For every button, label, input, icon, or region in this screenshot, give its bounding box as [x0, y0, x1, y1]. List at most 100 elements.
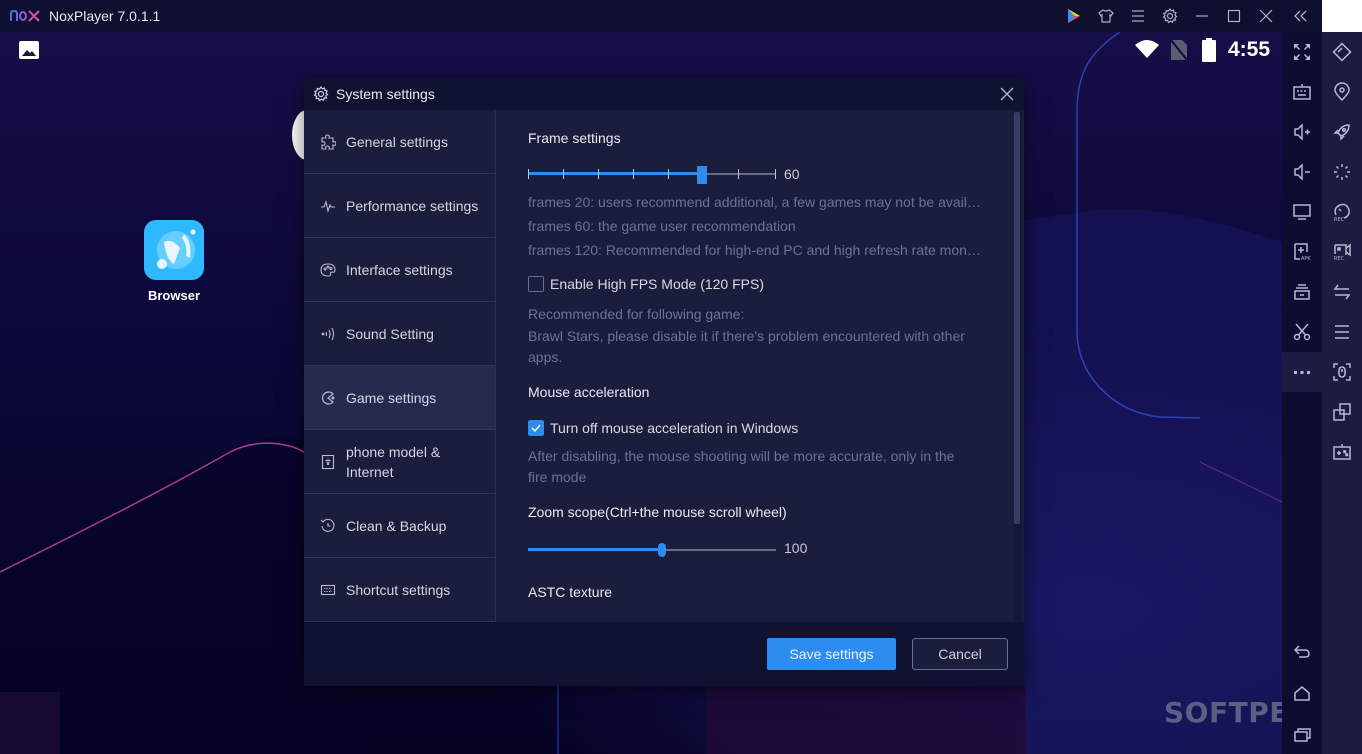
- close-icon[interactable]: [1256, 6, 1276, 26]
- keyboard-icon: [320, 584, 336, 595]
- nav-item-clean-backup[interactable]: Clean & Backup: [304, 494, 495, 558]
- status-time: 4:55: [1228, 38, 1271, 61]
- nav-label: Performance settings: [346, 197, 479, 214]
- macro-record-icon[interactable]: REC: [1322, 192, 1362, 232]
- astc-texture-title: ASTC texture: [528, 584, 613, 600]
- browser-app-icon[interactable]: [144, 220, 204, 280]
- zoom-scope-value: 100: [784, 540, 808, 556]
- high-fps-label: Enable High FPS Mode (120 FPS): [550, 276, 764, 292]
- collapse-sidebar-icon[interactable]: [1290, 6, 1310, 26]
- home-icon[interactable]: [1282, 674, 1322, 714]
- nav-label: Sound Setting: [346, 325, 434, 342]
- frame-settings-title: Frame settings: [528, 130, 621, 146]
- slider-tick: [528, 169, 529, 179]
- frame-hint-20: frames 20: users recommend additional, a…: [528, 194, 988, 210]
- rocket-icon[interactable]: [1322, 112, 1362, 152]
- history-icon: [320, 518, 335, 532]
- frame-rate-slider[interactable]: [528, 166, 776, 184]
- slider-tick: [668, 169, 669, 179]
- back-icon[interactable]: [1282, 632, 1322, 672]
- nav-item-general[interactable]: General settings: [304, 110, 495, 174]
- browser-app-label: Browser: [147, 288, 201, 303]
- volume-down-icon[interactable]: [1282, 152, 1322, 192]
- nav-item-sound[interactable]: Sound Setting: [304, 302, 495, 366]
- screenshot-icon[interactable]: [1322, 352, 1362, 392]
- high-fps-hint-title: Recommended for following game:: [528, 306, 745, 322]
- location-icon[interactable]: [1322, 72, 1362, 112]
- phone-wifi-icon: [321, 454, 335, 469]
- cancel-button[interactable]: Cancel: [912, 638, 1008, 670]
- keyboard-icon[interactable]: [1282, 72, 1322, 112]
- nox-logo-icon: [10, 9, 40, 22]
- palette-icon: [320, 262, 336, 277]
- scissors-icon[interactable]: [1282, 312, 1322, 352]
- settings-content: Frame settings 60 frames 20: users recom…: [496, 110, 1024, 622]
- nav-label: Game settings: [346, 389, 437, 406]
- settings-nav: General settings Performance settings In…: [304, 110, 496, 622]
- mouse-accel-label: Turn off mouse acceleration in Windows: [550, 420, 799, 436]
- app-title: NoxPlayer 7.0.1.1: [49, 8, 161, 24]
- nav-label: General settings: [346, 133, 448, 150]
- softpedia-watermark: SOFTPEDIA®: [1164, 696, 1282, 729]
- volume-up-icon[interactable]: [1282, 112, 1322, 152]
- add-apk-icon[interactable]: APK: [1282, 232, 1322, 272]
- zoom-scope-slider[interactable]: [528, 542, 776, 558]
- save-settings-button[interactable]: Save settings: [767, 638, 896, 670]
- rotate-icon[interactable]: [1322, 32, 1362, 72]
- nav-label: Clean & Backup: [346, 517, 447, 534]
- puzzle-icon: [321, 133, 336, 150]
- nav-item-phone-model[interactable]: phone model & Internet: [304, 430, 495, 494]
- slider-thumb[interactable]: [697, 166, 707, 184]
- menu-icon[interactable]: [1128, 6, 1148, 26]
- menu-lines-icon[interactable]: [1322, 312, 1362, 352]
- screen-icon[interactable]: [1282, 192, 1322, 232]
- titlebar-white-area: [1322, 0, 1362, 32]
- dialog-footer: Save settings Cancel: [304, 622, 1024, 686]
- high-fps-checkbox[interactable]: [528, 276, 544, 292]
- toolbox-icon[interactable]: [1282, 272, 1322, 312]
- loading-icon[interactable]: [1322, 152, 1362, 192]
- dialog-header: System settings: [304, 78, 1024, 110]
- android-status-bar: 4:55: [0, 32, 1282, 68]
- high-fps-hint-body: Brawl Stars, please disable it if there'…: [528, 328, 965, 365]
- recents-icon[interactable]: [1282, 714, 1322, 754]
- frame-rate-value: 60: [784, 166, 800, 182]
- high-fps-checkbox-row[interactable]: Enable High FPS Mode (120 FPS): [528, 276, 764, 292]
- no-sim-icon: [1170, 39, 1188, 61]
- nav-label: Interface settings: [346, 261, 453, 278]
- wifi-icon: [1135, 40, 1159, 58]
- dialog-close-icon[interactable]: [998, 85, 1016, 103]
- svg-text:REC: REC: [1334, 256, 1345, 262]
- maximize-icon[interactable]: [1224, 6, 1244, 26]
- title-bar: NoxPlayer 7.0.1.1: [0, 0, 1362, 32]
- multi-instance-icon[interactable]: [1322, 392, 1362, 432]
- slider-tick: [598, 169, 599, 179]
- svg-text:REC: REC: [1334, 217, 1345, 222]
- mouse-accel-checkbox[interactable]: [528, 420, 544, 436]
- minimize-icon[interactable]: [1192, 6, 1212, 26]
- settings-gear-icon[interactable]: [1160, 6, 1180, 26]
- nav-item-performance[interactable]: Performance settings: [304, 174, 495, 238]
- video-record-icon[interactable]: REC: [1322, 232, 1362, 272]
- sidebar-right-column: REC REC: [1322, 32, 1362, 754]
- nav-item-game[interactable]: Game settings: [304, 366, 495, 430]
- sidebar-left-column: APK: [1282, 32, 1322, 754]
- slider-thumb[interactable]: [658, 543, 666, 557]
- content-scrollbar[interactable]: [1014, 110, 1022, 622]
- slider-tick: [633, 169, 634, 179]
- play-store-icon[interactable]: [1064, 6, 1084, 26]
- slider-fill: [528, 172, 702, 175]
- nav-item-interface[interactable]: Interface settings: [304, 238, 495, 302]
- slider-tick: [738, 169, 739, 179]
- fullscreen-icon[interactable]: [1282, 32, 1322, 72]
- svg-text:APK: APK: [1301, 256, 1311, 262]
- sync-icon[interactable]: [1322, 272, 1362, 312]
- battery-icon: [1202, 38, 1216, 62]
- mouse-accel-checkbox-row[interactable]: Turn off mouse acceleration in Windows: [528, 420, 798, 436]
- more-icon[interactable]: [1282, 352, 1322, 392]
- nav-item-shortcut[interactable]: Shortcut settings: [304, 558, 495, 622]
- scrollbar-thumb[interactable]: [1014, 112, 1020, 524]
- theme-shirt-icon[interactable]: [1096, 6, 1116, 26]
- nav-label: phone model & Internet: [346, 443, 441, 480]
- gamepad-icon[interactable]: [1322, 432, 1362, 472]
